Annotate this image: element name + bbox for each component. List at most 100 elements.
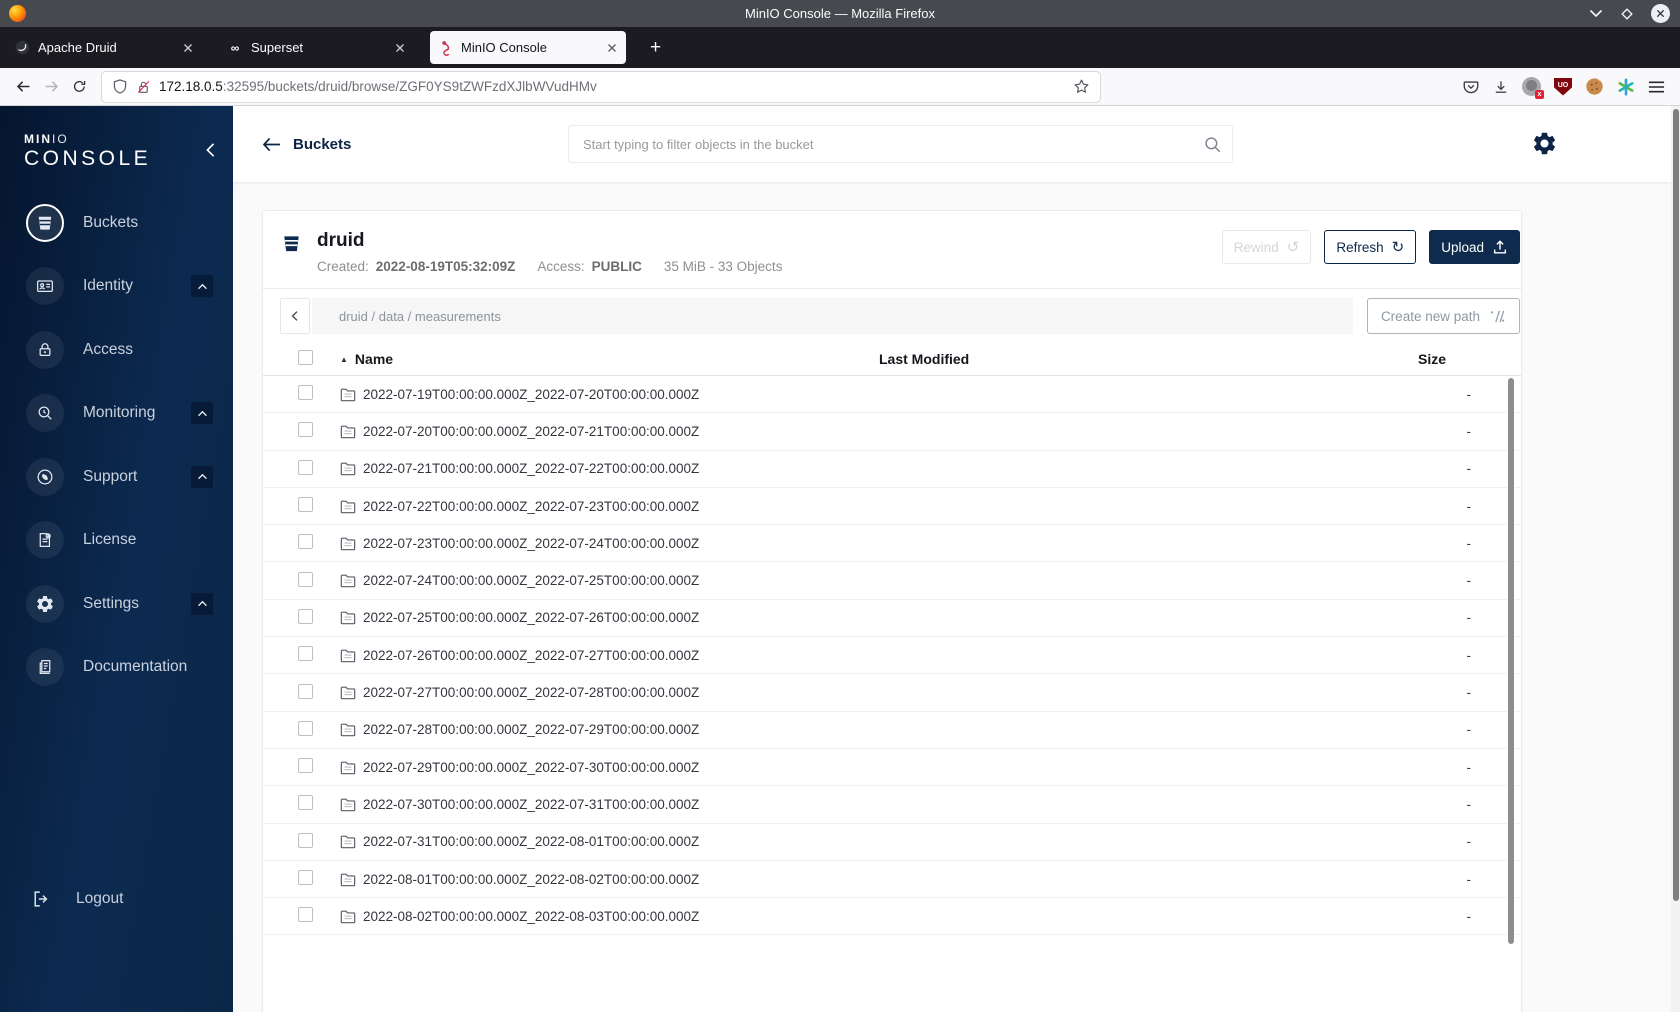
- monitoring-icon: [26, 394, 64, 433]
- insecure-lock-icon[interactable]: [136, 79, 151, 95]
- column-size[interactable]: Size: [1394, 351, 1484, 367]
- object-row[interactable]: 2022-07-27T00:00:00.000Z_2022-07-28T00:0…: [263, 674, 1521, 712]
- row-checkbox[interactable]: [298, 907, 313, 923]
- object-name: 2022-08-02T00:00:00.000Z_2022-08-03T00:0…: [363, 908, 700, 924]
- object-size: -: [1466, 871, 1472, 887]
- bookmark-star-icon[interactable]: [1073, 78, 1090, 95]
- tab-superset[interactable]: ∞ Superset: [218, 31, 414, 64]
- object-row[interactable]: 2022-07-26T00:00:00.000Z_2022-07-27T00:0…: [263, 637, 1521, 675]
- select-all-checkbox[interactable]: [298, 350, 313, 365]
- breadcrumb: druid / data / measurements: [312, 298, 1353, 334]
- back-icon[interactable]: [9, 73, 37, 101]
- object-row[interactable]: 2022-07-23T00:00:00.000Z_2022-07-24T00:0…: [263, 525, 1521, 563]
- access-label: Access:: [537, 259, 585, 274]
- search-input[interactable]: [583, 136, 1194, 152]
- upload-button[interactable]: Upload: [1429, 230, 1520, 264]
- object-row[interactable]: 2022-08-02T00:00:00.000Z_2022-08-03T00:0…: [263, 898, 1521, 936]
- cookie-extension-icon[interactable]: [1585, 77, 1604, 96]
- row-checkbox[interactable]: [298, 870, 313, 885]
- scrollbar-thumb[interactable]: [1673, 109, 1679, 901]
- reload-icon[interactable]: [65, 73, 93, 101]
- path-back-button[interactable]: [280, 298, 310, 334]
- create-new-path-button[interactable]: Create new path: [1366, 298, 1520, 334]
- close-icon[interactable]: [607, 43, 617, 53]
- object-row[interactable]: 2022-07-22T00:00:00.000Z_2022-07-23T00:0…: [263, 488, 1521, 526]
- object-row[interactable]: 2022-07-19T00:00:00.000Z_2022-07-20T00:0…: [263, 376, 1521, 414]
- chevron-up-icon[interactable]: [191, 592, 213, 615]
- chevron-up-icon[interactable]: [191, 402, 213, 425]
- close-window-icon[interactable]: [1651, 4, 1670, 23]
- row-checkbox[interactable]: [298, 571, 313, 587]
- sidebar-item-monitoring[interactable]: Monitoring: [0, 382, 233, 446]
- row-checkbox[interactable]: [298, 832, 313, 848]
- menu-icon[interactable]: [1648, 80, 1665, 94]
- ublock-origin-icon[interactable]: UO: [1554, 77, 1572, 96]
- folder-icon: [340, 387, 356, 402]
- sidebar-item-logout[interactable]: Logout: [26, 880, 123, 918]
- privacy-extension-icon[interactable]: x: [1522, 77, 1544, 99]
- close-icon[interactable]: [183, 43, 193, 53]
- object-row[interactable]: 2022-07-25T00:00:00.000Z_2022-07-26T00:0…: [263, 600, 1521, 638]
- asterisk-extension-icon[interactable]: [1617, 78, 1635, 96]
- row-checkbox[interactable]: [298, 683, 313, 699]
- rewind-button[interactable]: Rewind ↺: [1221, 230, 1312, 264]
- chevron-up-icon[interactable]: [191, 465, 213, 488]
- sidebar-item-support[interactable]: Support: [0, 445, 233, 509]
- forward-icon[interactable]: [37, 73, 65, 101]
- object-size: -: [1466, 685, 1472, 701]
- tab-minio-console[interactable]: MinIO Console: [430, 31, 626, 64]
- sidebar-item-documentation[interactable]: Documentation: [0, 636, 233, 700]
- minimize-icon[interactable]: [1589, 9, 1603, 18]
- folder-icon: [340, 797, 356, 812]
- sidebar-item-license[interactable]: License: [0, 509, 233, 573]
- object-row[interactable]: 2022-07-29T00:00:00.000Z_2022-07-30T00:0…: [263, 749, 1521, 787]
- row-checkbox[interactable]: [298, 422, 313, 438]
- url-bar[interactable]: 172.18.0.5:32595/buckets/druid/browse/ZG…: [102, 71, 1100, 102]
- list-scrollbar[interactable]: [1508, 378, 1514, 944]
- object-size: -: [1466, 423, 1472, 439]
- folder-icon: [340, 573, 356, 588]
- object-name: 2022-07-27T00:00:00.000Z_2022-07-28T00:0…: [363, 685, 700, 701]
- back-to-buckets-link[interactable]: Buckets: [262, 136, 351, 153]
- row-checkbox[interactable]: [298, 758, 313, 774]
- object-row[interactable]: 2022-07-20T00:00:00.000Z_2022-07-21T00:0…: [263, 413, 1521, 451]
- collapse-sidebar-icon[interactable]: [204, 142, 217, 158]
- sort-asc-icon[interactable]: ▲: [340, 355, 348, 364]
- row-checkbox[interactable]: [298, 720, 313, 736]
- shield-icon[interactable]: [112, 78, 128, 95]
- sidebar-item-settings[interactable]: Settings: [0, 572, 233, 636]
- row-checkbox[interactable]: [298, 459, 313, 475]
- refresh-button[interactable]: Refresh ↻: [1324, 230, 1417, 264]
- row-checkbox[interactable]: [298, 497, 313, 513]
- object-row[interactable]: 2022-07-24T00:00:00.000Z_2022-07-25T00:0…: [263, 562, 1521, 600]
- object-row[interactable]: 2022-07-31T00:00:00.000Z_2022-08-01T00:0…: [263, 824, 1521, 861]
- row-checkbox[interactable]: [298, 385, 313, 401]
- tab-apache-druid[interactable]: Apache Druid: [6, 31, 202, 64]
- object-name: 2022-07-24T00:00:00.000Z_2022-07-25T00:0…: [363, 573, 700, 589]
- row-checkbox[interactable]: [298, 534, 313, 550]
- sidebar: MINIO CONSOLE Buckets Identity Access Monit…: [0, 106, 233, 1012]
- browser-scrollbar[interactable]: [1671, 106, 1680, 1012]
- object-row[interactable]: 2022-07-30T00:00:00.000Z_2022-07-31T00:0…: [263, 786, 1521, 824]
- object-row[interactable]: 2022-08-01T00:00:00.000Z_2022-08-02T00:0…: [263, 861, 1521, 899]
- sidebar-item-buckets[interactable]: Buckets: [0, 191, 233, 255]
- object-row[interactable]: 2022-07-21T00:00:00.000Z_2022-07-22T00:0…: [263, 451, 1521, 488]
- column-last-modified[interactable]: Last Modified: [879, 351, 1394, 367]
- sidebar-item-identity[interactable]: Identity: [0, 255, 233, 319]
- object-size: -: [1466, 610, 1472, 626]
- license-icon: [26, 521, 64, 560]
- pocket-icon[interactable]: [1462, 78, 1480, 96]
- new-tab-button[interactable]: +: [642, 37, 669, 59]
- sidebar-item-access[interactable]: Access: [0, 318, 233, 382]
- row-checkbox[interactable]: [298, 608, 313, 624]
- column-name[interactable]: Name: [355, 351, 393, 367]
- object-row[interactable]: 2022-07-28T00:00:00.000Z_2022-07-29T00:0…: [263, 712, 1521, 749]
- folder-icon: [340, 760, 356, 775]
- row-checkbox[interactable]: [298, 646, 313, 662]
- chevron-up-icon[interactable]: [191, 275, 213, 298]
- download-icon[interactable]: [1493, 79, 1509, 95]
- gear-icon[interactable]: [1531, 130, 1558, 162]
- row-checkbox[interactable]: [298, 795, 313, 811]
- close-icon[interactable]: [395, 43, 405, 53]
- restore-icon[interactable]: [1620, 7, 1634, 21]
